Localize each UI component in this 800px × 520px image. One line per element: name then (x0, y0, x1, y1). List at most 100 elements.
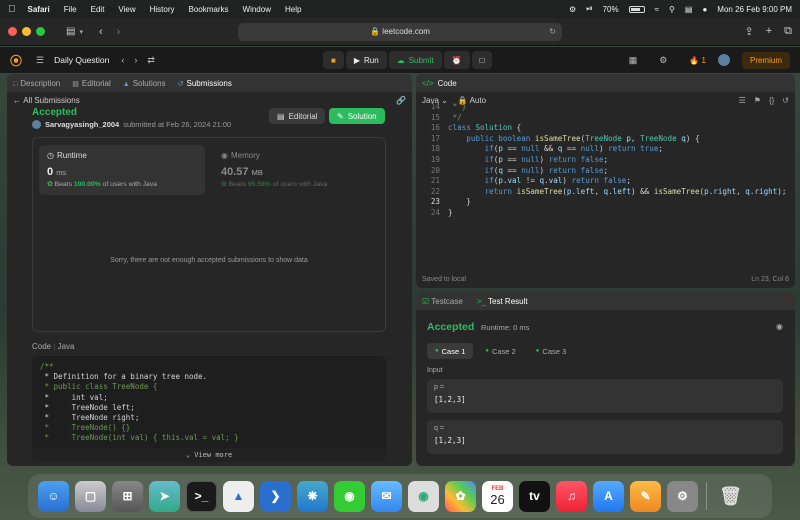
battery-icon[interactable] (628, 5, 645, 13)
play-icon[interactable]: ⏯ (586, 4, 592, 14)
run-button[interactable]: ▶ Run (345, 51, 387, 69)
case-tab-2[interactable]: ● Case 2 (477, 343, 523, 359)
debug-button[interactable]: ■ (323, 51, 344, 69)
tab-overview-icon[interactable]: ⧉ (784, 25, 792, 38)
control-center-icon[interactable]: ▤ (685, 5, 693, 14)
prev-problem-icon[interactable]: ‹ (121, 55, 124, 65)
menu-view[interactable]: View (118, 5, 135, 14)
safari-icon[interactable]: ❋ (297, 480, 328, 512)
submitted-code: /** * Definition for a binary tree node.… (32, 356, 386, 462)
settings-icon[interactable]: ⚙ (659, 55, 667, 66)
tab-submissions[interactable]: ↺ Submissions (178, 79, 232, 88)
tab-solutions[interactable]: ▲ Solutions (123, 79, 166, 88)
menu-history[interactable]: History (150, 5, 175, 14)
chrome-icon[interactable]: ◉ (408, 480, 439, 512)
menu-file[interactable]: File (64, 5, 77, 14)
memory-card[interactable]: ◉ Memory 40.57 MB ✿ Beats 95.58% of users… (221, 151, 327, 188)
close-window-button[interactable] (8, 27, 17, 36)
apple-tv-icon[interactable]: tv (519, 480, 550, 512)
wifi-icon[interactable]: ≈ (655, 5, 659, 14)
control-icon[interactable]: ⚙ (569, 5, 576, 14)
tab-description[interactable]: □ Description (13, 79, 60, 88)
all-submissions-link[interactable]: All Submissions (23, 96, 79, 105)
pages-icon[interactable]: ✎ (630, 480, 661, 512)
reload-icon[interactable]: ↻ (549, 23, 556, 41)
username[interactable]: Sarvagyasingh_2004 (45, 120, 119, 129)
finder-icon[interactable]: ☺ (38, 480, 69, 512)
tab-testcase[interactable]: ☑ Testcase (422, 297, 463, 306)
terminal-icon[interactable]: >_ (186, 480, 217, 512)
photos-icon[interactable]: ✿ (445, 480, 476, 512)
next-problem-icon[interactable]: › (134, 55, 137, 65)
premium-button[interactable]: Premium (741, 51, 790, 69)
mail-icon[interactable]: ✉ (371, 480, 402, 512)
forward-button[interactable]: › (117, 26, 121, 38)
calendar-icon[interactable]: FEB 26 (482, 480, 513, 512)
menubar-app-name[interactable]: Safari (28, 5, 50, 14)
apple-icon[interactable]:  (8, 4, 16, 15)
leetcode-logo-icon[interactable]: ⦿ (10, 52, 22, 69)
avatar[interactable] (717, 54, 730, 66)
editorial-button[interactable]: ▤ Editorial (269, 108, 326, 124)
run-label: Run (364, 55, 379, 65)
new-tab-icon[interactable]: + (766, 25, 772, 38)
reset-icon[interactable]: ↺ (782, 96, 789, 105)
menu-window[interactable]: Window (243, 5, 271, 14)
launchpad-icon[interactable]: ⊞ (112, 480, 143, 512)
minimize-window-button[interactable] (22, 27, 31, 36)
address-bar[interactable]: 🔒 leetcode.com ↻ (238, 23, 562, 41)
siri-icon[interactable]: ● (702, 5, 707, 14)
sidebar-icon[interactable]: ▤ (66, 26, 75, 37)
view-more-button[interactable]: ⌄ View more (32, 448, 386, 462)
code-editor[interactable]: 14 * } 15 */ 16 class Solution { 17 publ… (416, 102, 795, 268)
layout-icon[interactable]: ▦ (629, 55, 638, 66)
submit-button[interactable]: ☁ Submit (388, 51, 442, 69)
case-tab-1[interactable]: ● Case 1 (427, 343, 474, 359)
daily-question-link[interactable]: Daily Question (54, 55, 109, 65)
runtime-card[interactable]: ◷ Runtime 0 ms ✿ Beats 100.00% of users w… (39, 145, 205, 195)
search-icon[interactable]: ⚲ (669, 5, 675, 14)
braces-icon[interactable]: {} (769, 96, 774, 105)
tab-submissions-label: Submissions (186, 78, 232, 88)
problem-list-icon[interactable]: ☰ (36, 55, 44, 66)
shuffle-icon[interactable]: ⇄ (147, 55, 155, 66)
memory-title: Memory (230, 151, 260, 160)
zoom-window-button[interactable] (36, 27, 45, 36)
tab-editorial[interactable]: ▤ Editorial (72, 79, 111, 88)
case-tab-3[interactable]: ● Case 3 (528, 343, 574, 359)
view-more-label: View more (194, 451, 233, 459)
clock[interactable]: Mon 26 Feb 9:00 PM (717, 5, 792, 14)
code-line: if(q == null) return false; (484, 165, 609, 175)
vscode-icon[interactable]: ❯ (260, 480, 291, 512)
messages-icon[interactable]: ◉ (334, 480, 365, 512)
arrow-left-icon[interactable]: ← (13, 96, 21, 105)
description-icon: □ (13, 80, 18, 88)
back-button[interactable]: ‹ (99, 26, 103, 38)
preview-icon[interactable]: ▢ (75, 480, 106, 512)
app-store-icon[interactable]: A (593, 480, 624, 512)
maps-icon[interactable]: ➤ (149, 480, 180, 512)
android-studio-icon[interactable]: ▲ (223, 480, 254, 512)
trash-icon[interactable]: 🗑 (715, 481, 746, 512)
format-icon[interactable]: ☰ (739, 96, 746, 105)
solution-button[interactable]: ✎ Solution (329, 108, 385, 124)
edit-icon: ✎ (337, 111, 344, 121)
runtime-unit: ms (56, 168, 67, 177)
system-settings-icon[interactable]: ⚙ (667, 480, 698, 512)
notes-button[interactable]: □ (471, 51, 493, 69)
music-icon[interactable]: ♫ (556, 480, 587, 512)
timer-icon: ⏰ (451, 55, 462, 65)
timer-button[interactable]: ⏰ (443, 51, 470, 69)
share-icon[interactable]: ⇪ (744, 25, 753, 38)
cursor-position: Ln 23, Col 6 (751, 275, 789, 283)
menu-edit[interactable]: Edit (91, 5, 105, 14)
input-q-box: q = [1,2,3] (427, 420, 783, 454)
menu-bookmarks[interactable]: Bookmarks (189, 5, 229, 14)
link-icon[interactable]: 🔗 (396, 96, 406, 105)
menu-help[interactable]: Help (285, 5, 301, 14)
eye-icon[interactable]: ◉ (776, 322, 783, 331)
bookmark-icon[interactable]: ⚑ (754, 96, 761, 105)
tab-test-result[interactable]: >_ Test Result (477, 297, 528, 306)
chevron-down-icon[interactable]: ▾ (79, 28, 83, 36)
streak-counter[interactable]: 🔥 1 (689, 56, 706, 65)
